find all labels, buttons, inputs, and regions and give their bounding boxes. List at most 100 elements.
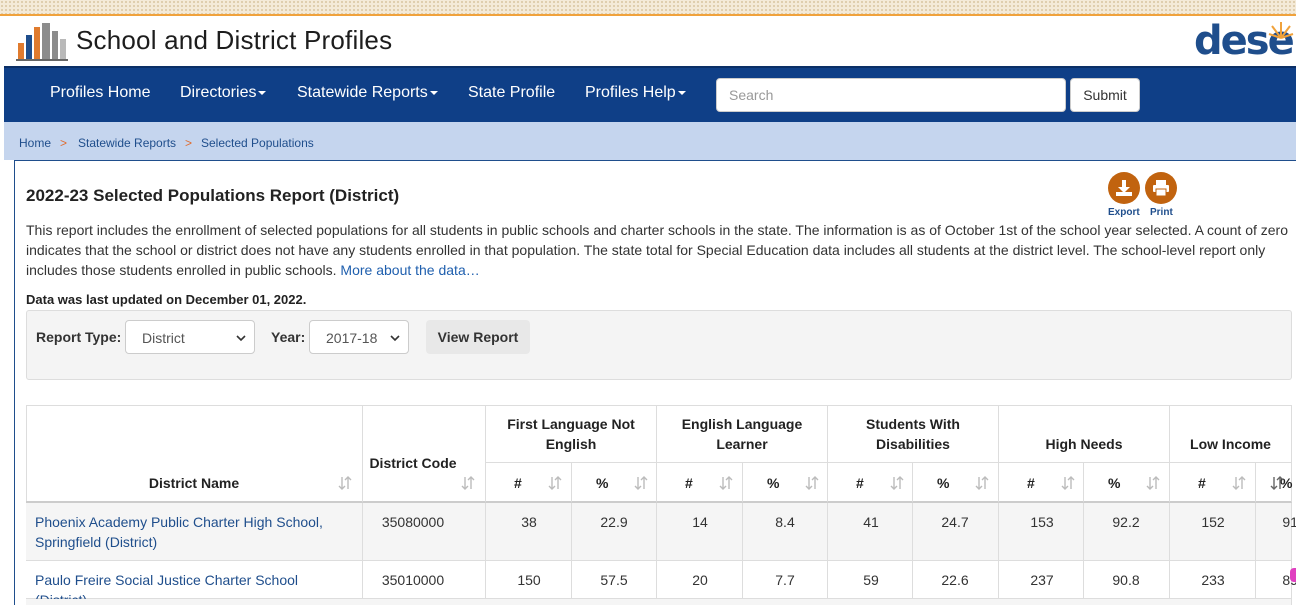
header-district-code[interactable]: District Code xyxy=(363,405,486,503)
breadcrumb-separator: > xyxy=(185,136,193,150)
header-group: First Language Not English xyxy=(486,405,657,463)
report-type-select[interactable]: District xyxy=(125,320,255,354)
nav-state-profile[interactable]: State Profile xyxy=(468,84,555,102)
header-group-label: High Needs xyxy=(1045,436,1123,452)
table-row-code-cell: 35010000 xyxy=(363,561,486,599)
table-row-name-cell: Paulo Freire Social Justice Charter Scho… xyxy=(26,561,363,605)
breadcrumb-statewide-reports[interactable]: Statewide Reports xyxy=(78,136,176,150)
district-code-value: 35080000 xyxy=(381,514,445,530)
header-count[interactable]: # xyxy=(657,463,743,503)
year-label: Year: xyxy=(271,329,306,345)
header-percent[interactable]: % xyxy=(743,463,828,503)
table-row-partial xyxy=(26,599,1292,605)
table-row-value-cell: 90.8 xyxy=(1084,561,1170,599)
header-district-code-label: District Code xyxy=(369,455,457,471)
nav-profiles-home[interactable]: Profiles Home xyxy=(50,84,150,102)
table-row-value-cell: 8.4 xyxy=(743,503,828,561)
nav-statewide-reports-label: Statewide Reports xyxy=(297,84,428,101)
count-value: 153 xyxy=(1030,514,1054,530)
table-row-name-cell: Phoenix Academy Public Charter High Scho… xyxy=(26,503,363,561)
table-row-value-cell: 153 xyxy=(999,503,1084,561)
table-row-value-cell: 41 xyxy=(828,503,913,561)
sort-icon[interactable] xyxy=(805,475,819,496)
percent-value: 90.8 xyxy=(1112,572,1140,588)
page-title: 2022-23 Selected Populations Report (Dis… xyxy=(26,186,400,205)
top-decorative-strip xyxy=(0,0,1296,14)
chevron-down-icon xyxy=(390,335,400,342)
header-percent[interactable]: % xyxy=(572,463,657,503)
header-district-name[interactable]: District Name xyxy=(26,405,363,503)
sort-icon[interactable] xyxy=(890,475,904,496)
sort-icon[interactable] xyxy=(338,475,352,496)
header-percent-label: % xyxy=(596,475,609,491)
more-about-data-link[interactable]: More about the data… xyxy=(340,262,479,278)
header-count-label: # xyxy=(1027,475,1035,491)
sort-icon[interactable] xyxy=(1270,475,1284,496)
sort-icon[interactable] xyxy=(1146,475,1160,496)
site-title[interactable]: School and District Profiles xyxy=(76,25,392,56)
table-row-value-cell: 24.7 xyxy=(913,503,999,561)
district-name-link[interactable]: Phoenix Academy Public Charter High Scho… xyxy=(35,512,345,552)
header-count[interactable]: # xyxy=(828,463,913,503)
view-report-button[interactable]: View Report xyxy=(426,320,530,354)
nav-profiles-help[interactable]: Profiles Help xyxy=(585,84,686,102)
table-row-value-cell: 14 xyxy=(657,503,743,561)
header-count-label: # xyxy=(514,475,522,491)
header-percent[interactable]: % xyxy=(1084,463,1170,503)
breadcrumb-selected-populations[interactable]: Selected Populations xyxy=(201,136,314,150)
percent-value: 22.9 xyxy=(600,514,628,530)
table-row-value-cell: 91.6 xyxy=(1256,503,1296,561)
search-input[interactable] xyxy=(716,78,1066,112)
percent-value: 91.6 xyxy=(1282,514,1296,530)
header-percent[interactable]: % xyxy=(913,463,999,503)
percent-value: 57.5 xyxy=(600,572,628,588)
sort-icon[interactable] xyxy=(634,475,648,496)
nav-directories[interactable]: Directories xyxy=(180,84,267,102)
search-submit-button[interactable]: Submit xyxy=(1070,78,1140,112)
breadcrumb-home[interactable]: Home xyxy=(19,136,51,150)
year-value: 2017-18 xyxy=(326,330,378,346)
report-description: This report includes the enrollment of s… xyxy=(26,220,1292,280)
sort-icon[interactable] xyxy=(719,475,733,496)
export-button[interactable] xyxy=(1108,172,1140,204)
count-value: 20 xyxy=(692,572,708,588)
table-row-code-cell: 35080000 xyxy=(363,503,486,561)
table-row-value-cell: 20 xyxy=(657,561,743,599)
report-description-text: This report includes the enrollment of s… xyxy=(26,222,1288,278)
percent-value: 92.2 xyxy=(1112,514,1140,530)
table-row-value-cell: 59 xyxy=(828,561,913,599)
profiles-logo-icon[interactable] xyxy=(16,21,68,61)
caret-down-icon xyxy=(429,90,438,95)
header-percent[interactable]: % xyxy=(1256,463,1292,503)
header-group-label: Low Income xyxy=(1190,436,1271,452)
table-row-value-cell: 22.9 xyxy=(572,503,657,561)
nav-state-profile-label: State Profile xyxy=(468,84,556,101)
export-label[interactable]: Export xyxy=(1108,207,1140,218)
year-select[interactable]: 2017-18 xyxy=(309,320,409,354)
table-row-value-cell: 233 xyxy=(1170,561,1256,599)
percent-value: 8.4 xyxy=(775,514,795,530)
header-count[interactable]: # xyxy=(999,463,1084,503)
header-percent-label: % xyxy=(937,475,950,491)
table-row-value-cell: 38 xyxy=(486,503,572,561)
header-count[interactable]: # xyxy=(486,463,572,503)
sort-icon[interactable] xyxy=(1232,475,1246,496)
main-navbar: Profiles Home Directories Statewide Repo… xyxy=(4,66,1296,122)
breadcrumb-separator: > xyxy=(60,136,68,150)
nav-statewide-reports[interactable]: Statewide Reports xyxy=(297,84,438,102)
header-district-name-label: District Name xyxy=(148,475,240,491)
sort-icon[interactable] xyxy=(975,475,989,496)
sort-icon[interactable] xyxy=(1061,475,1075,496)
header-count[interactable]: # xyxy=(1170,463,1256,503)
sort-icon[interactable] xyxy=(461,475,475,496)
percent-value: 22.6 xyxy=(941,572,969,588)
print-label[interactable]: Print xyxy=(1150,207,1173,218)
print-button[interactable] xyxy=(1145,172,1177,204)
header-group-label: English Language Learner xyxy=(681,416,803,452)
selected-populations-table: District Name District Code First Language… xyxy=(26,405,1296,605)
sort-icon[interactable] xyxy=(548,475,562,496)
count-value: 38 xyxy=(521,514,537,530)
count-value: 150 xyxy=(517,572,541,588)
report-type-label: Report Type: xyxy=(36,329,122,345)
count-value: 233 xyxy=(1201,572,1225,588)
